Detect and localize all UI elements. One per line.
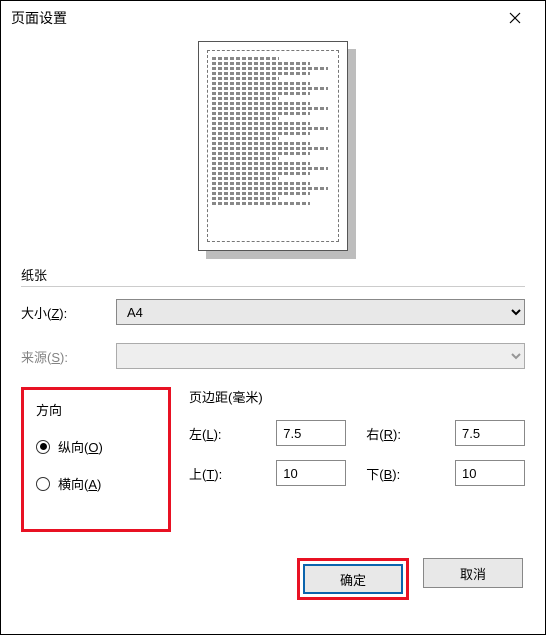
margins-group: 页边距(毫米) 左(L): 右(R): 上(T): 下(B): xyxy=(189,387,525,532)
paper-group: 纸张 大小(Z): A4 来源(S): xyxy=(21,265,525,369)
paper-source-select xyxy=(116,343,525,369)
margins-group-label: 页边距(毫米) xyxy=(189,387,525,406)
ok-button-highlight: 确定 xyxy=(297,558,409,600)
margin-right-input[interactable] xyxy=(455,420,525,446)
dialog-title: 页面设置 xyxy=(11,8,495,28)
paper-group-label: 纸张 xyxy=(21,265,525,284)
orientation-group-label: 方向 xyxy=(36,400,156,419)
radio-icon xyxy=(36,477,50,491)
radio-icon xyxy=(36,440,50,454)
close-button[interactable] xyxy=(495,3,535,33)
margin-bottom-input[interactable] xyxy=(455,460,525,486)
orientation-portrait-radio[interactable]: 纵向(O) xyxy=(36,437,156,456)
close-icon xyxy=(509,12,521,24)
margin-top-label: 上(T): xyxy=(189,464,256,483)
page-setup-dialog: 页面设置 xyxy=(0,0,546,635)
paper-source-label: 来源(S): xyxy=(21,347,116,366)
orientation-landscape-radio[interactable]: 横向(A) xyxy=(36,474,156,493)
orientation-portrait-label: 纵向(O) xyxy=(58,437,103,456)
page-preview xyxy=(21,41,525,251)
paper-size-select[interactable]: A4 xyxy=(116,299,525,325)
margin-left-label: 左(L): xyxy=(189,424,256,443)
orientation-group: 方向 纵向(O) 横向(A) xyxy=(21,387,171,532)
margin-left-input[interactable] xyxy=(276,420,346,446)
margin-bottom-label: 下(B): xyxy=(366,464,435,483)
titlebar: 页面设置 xyxy=(1,1,545,35)
orientation-landscape-label: 横向(A) xyxy=(58,474,101,493)
cancel-button[interactable]: 取消 xyxy=(423,558,523,588)
ok-button[interactable]: 确定 xyxy=(303,564,403,594)
margin-right-label: 右(R): xyxy=(366,424,435,443)
margin-top-input[interactable] xyxy=(276,460,346,486)
paper-size-label: 大小(Z): xyxy=(21,303,116,322)
